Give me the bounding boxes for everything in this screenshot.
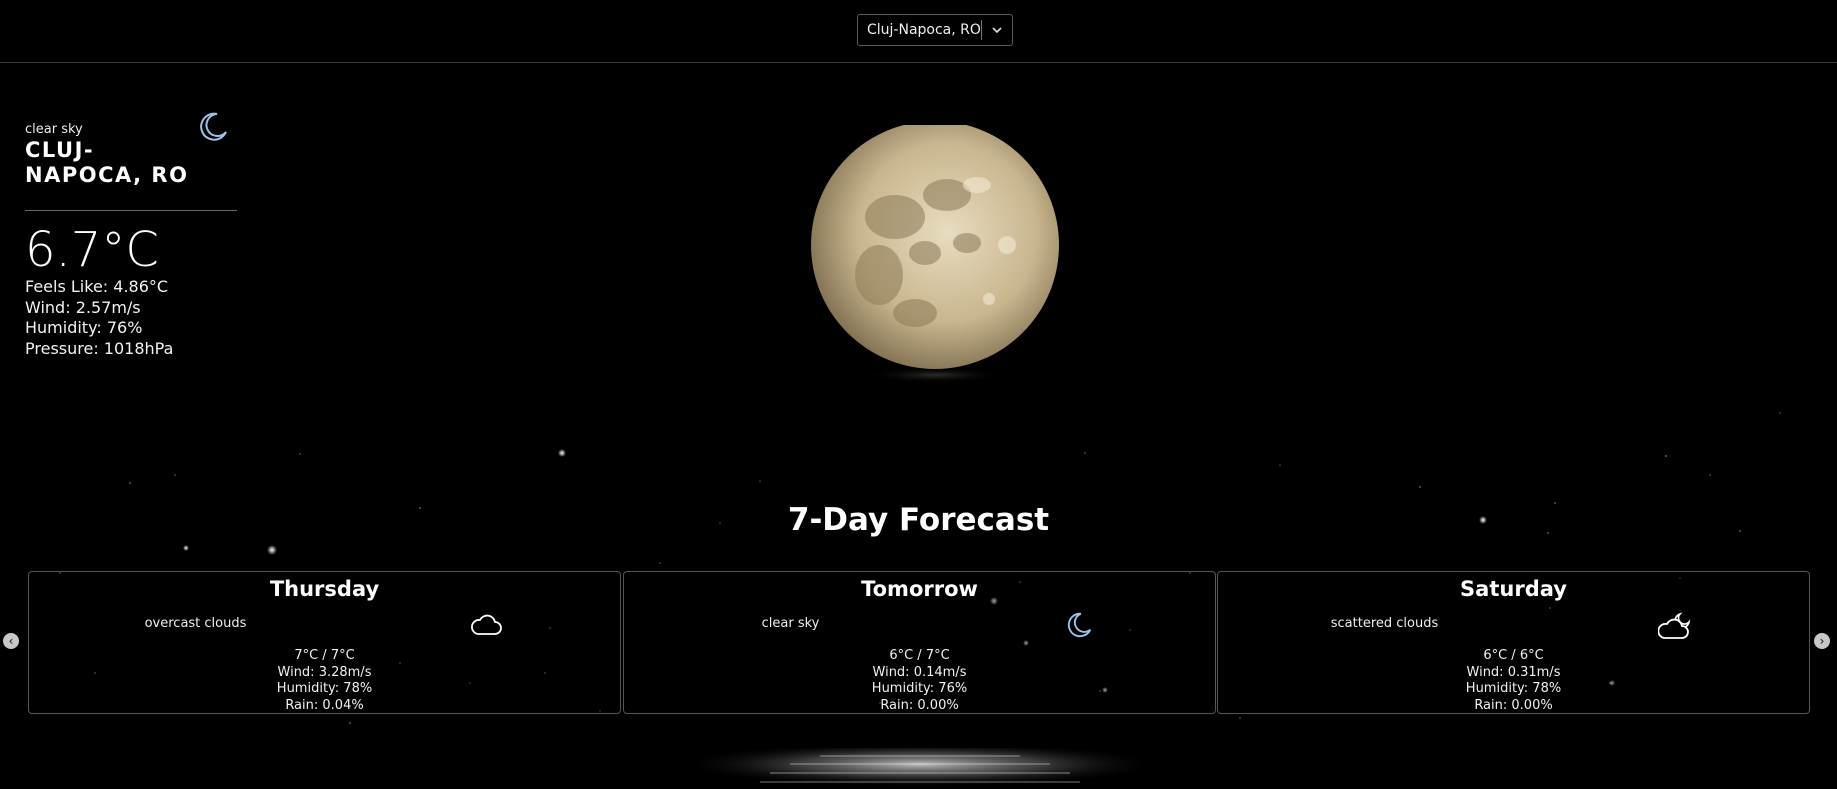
current-temperature: 6.7°C	[25, 222, 159, 278]
moon-image	[807, 121, 1063, 394]
cloud-icon	[469, 610, 503, 644]
moon-icon	[197, 110, 229, 146]
current-weather-panel: clear sky CLUJ-NAPOCA, RO 6.7°C Feels Li…	[25, 112, 237, 359]
wind: Wind: 2.57m/s	[25, 297, 141, 317]
location-select-value: Cluj-Napoca, RO	[867, 22, 981, 38]
divider	[25, 210, 237, 211]
forecast-card[interactable]: Saturday scattered clouds 6°C / 6°C Wind…	[1217, 571, 1810, 714]
forecast-description: clear sky	[761, 616, 820, 631]
forecast-rain: Rain: 0.04%	[285, 697, 364, 713]
forecast-temps: 7°C / 7°C	[294, 648, 355, 663]
forecast-temps: 6°C / 7°C	[889, 648, 950, 663]
forecast-humidity: Humidity: 78%	[1465, 681, 1562, 696]
chevron-left-icon: ‹	[8, 634, 14, 648]
forecast-card[interactable]: Tomorrow clear sky 6°C / 7°C Wind: 0.14m…	[623, 571, 1216, 714]
water-reflection	[700, 748, 1140, 789]
moon-icon	[1064, 610, 1094, 644]
forecast-humidity: Humidity: 76%	[871, 681, 968, 696]
forecast-day: Tomorrow	[861, 577, 978, 601]
forecast-card[interactable]: Thursday overcast clouds 7°C / 7°C Wind:…	[28, 571, 621, 714]
chevron-down-icon[interactable]	[982, 23, 1012, 37]
forecast-day: Thursday	[269, 577, 380, 601]
forecast-carousel: Thursday overcast clouds 7°C / 7°C Wind:…	[28, 571, 1810, 715]
forecast-wind: Wind: 0.14m/s	[872, 664, 967, 680]
forecast-temps: 6°C / 6°C	[1483, 648, 1544, 663]
carousel-next-button[interactable]: ›	[1814, 633, 1830, 649]
forecast-title: 7-Day Forecast	[787, 502, 1050, 538]
current-city: CLUJ-NAPOCA, RO	[25, 138, 189, 187]
location-select[interactable]: Cluj-Napoca, RO	[857, 14, 1013, 46]
forecast-day: Saturday	[1460, 577, 1567, 601]
feels-like: Feels Like: 4.86°C	[25, 277, 169, 296]
forecast-wind: Wind: 3.28m/s	[277, 664, 372, 680]
forecast-description: overcast clouds	[144, 616, 247, 631]
pressure: Pressure: 1018hPa	[25, 338, 174, 358]
forecast-humidity: Humidity: 78%	[276, 681, 373, 696]
humidity: Humidity: 76%	[25, 318, 143, 337]
cloud-moon-icon	[1657, 610, 1694, 646]
forecast-rain: Rain: 0.00%	[1474, 697, 1553, 713]
carousel-prev-button[interactable]: ‹	[3, 633, 19, 649]
top-bar: Cluj-Napoca, RO	[0, 0, 1837, 63]
forecast-description: scattered clouds	[1330, 616, 1439, 631]
forecast-rain: Rain: 0.00%	[880, 697, 959, 713]
forecast-wind: Wind: 0.31m/s	[1466, 664, 1561, 680]
chevron-right-icon: ›	[1819, 634, 1825, 648]
